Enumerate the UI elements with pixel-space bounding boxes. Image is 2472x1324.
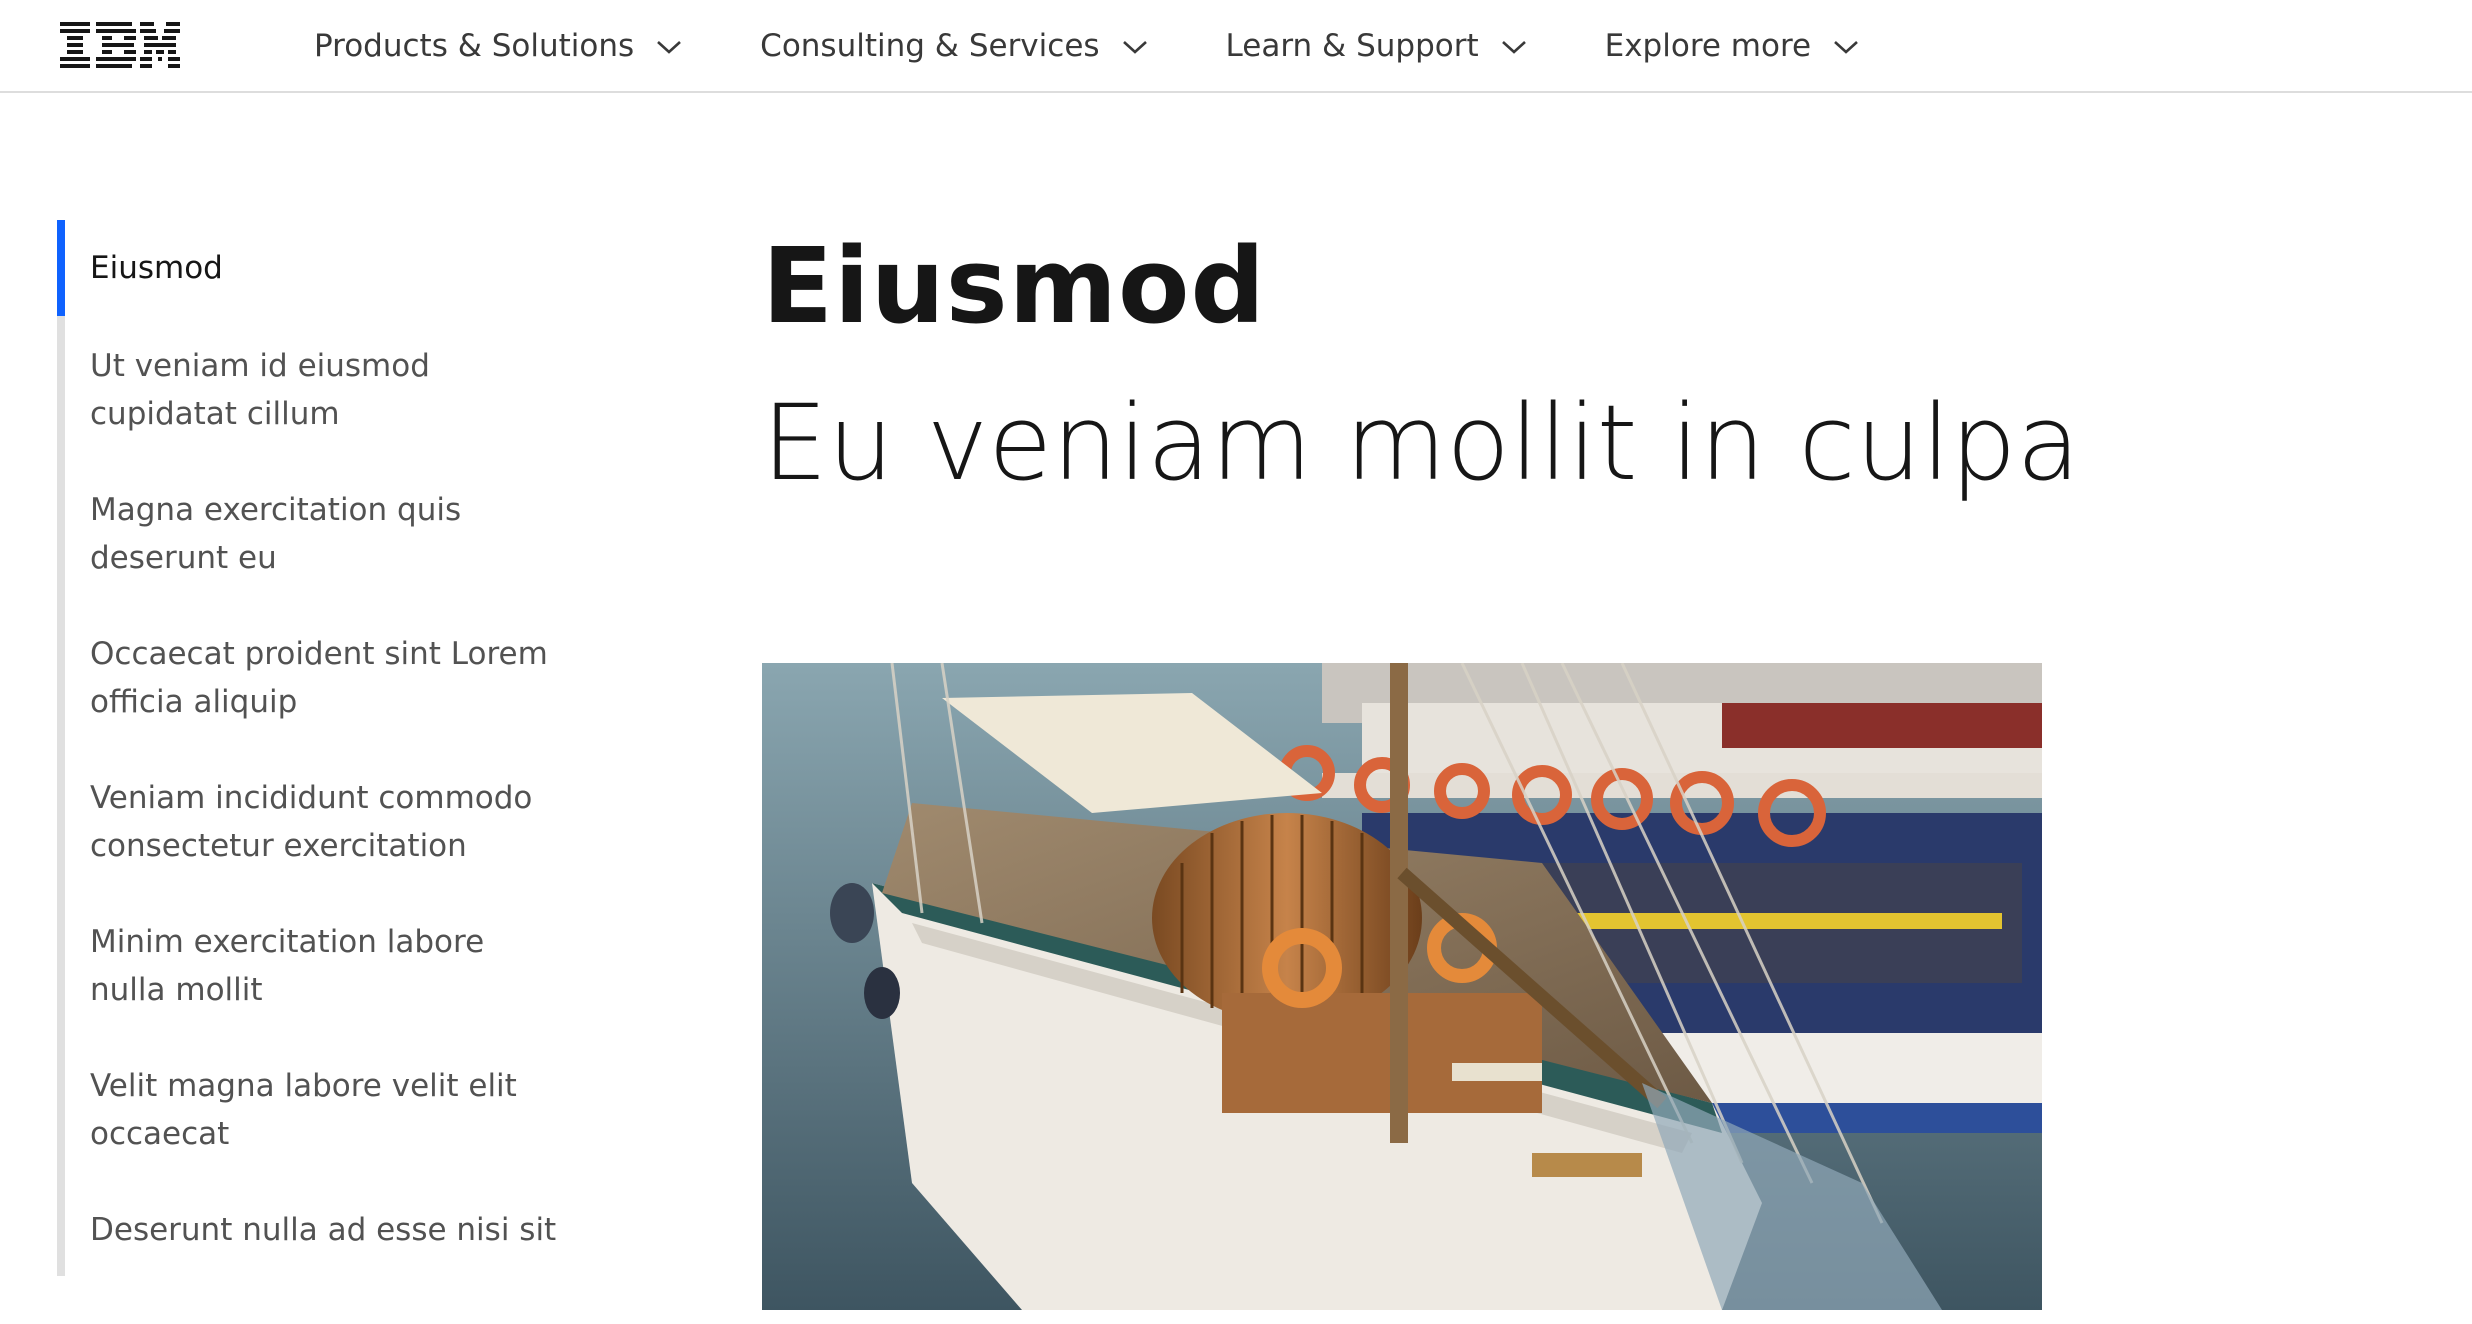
chevron-down-icon [1122, 40, 1147, 54]
nav-label: Consulting & Services [760, 27, 1100, 64]
chevron-down-icon [1834, 40, 1858, 54]
toc-item[interactable]: Occaecat proident sint Lorem officia ali… [65, 604, 585, 748]
main-nav: Products & Solutions Consulting & Servic… [314, 0, 1859, 91]
toc-item-label: Deserunt nulla ad esse nisi sit [90, 1212, 557, 1248]
nav-explore-more[interactable]: Explore more [1605, 28, 1859, 64]
masthead: Products & Solutions Consulting & Servic… [0, 0, 2472, 93]
toc-item[interactable]: Velit magna labore velit elit occaecat [65, 1036, 585, 1180]
toc-item-label: Occaecat proident sint Lorem officia ali… [90, 636, 548, 720]
toc-item[interactable]: Veniam incididunt commodo consectetur ex… [65, 748, 585, 892]
toc-list: Eiusmod Ut veniam id eiusmod cupidatat c… [65, 220, 577, 1324]
nav-label: Learn & Support [1225, 27, 1479, 64]
toc-item-label: Eiusmod [90, 250, 223, 286]
nav-consulting-services[interactable]: Consulting & Services [760, 28, 1147, 64]
toc-item[interactable]: Ut veniam id eiusmod cupidatat cillum [65, 316, 585, 460]
nav-label: Products & Solutions [314, 27, 635, 64]
ibm-logo[interactable] [60, 20, 180, 68]
nav-products-solutions[interactable]: Products & Solutions [314, 28, 682, 64]
sailing-boat-photo [762, 663, 2042, 1310]
table-of-contents: Eiusmod Ut veniam id eiusmod cupidatat c… [57, 220, 577, 1276]
page-title: Eiusmod [762, 225, 1266, 347]
chevron-down-icon [1501, 40, 1526, 54]
toc-item-label: Veniam incididunt commodo consectetur ex… [90, 780, 533, 864]
hero-image [762, 663, 2042, 1310]
nav-label: Explore more [1604, 27, 1812, 64]
toc-item-label: Velit magna labore velit elit occaecat [90, 1068, 517, 1152]
active-indicator [57, 220, 65, 316]
toc-item-label: Minim exercitation labore nulla mollit [90, 924, 485, 1008]
toc-item-eiusmod[interactable]: Eiusmod [65, 220, 585, 316]
nav-learn-support[interactable]: Learn & Support [1226, 28, 1527, 64]
toc-item[interactable]: Deserunt nulla ad esse nisi sit [65, 1180, 585, 1324]
page-subtitle: Eu veniam mollit in culpa [762, 382, 2081, 504]
toc-item-label: Ut veniam id eiusmod cupidatat cillum [90, 348, 430, 432]
toc-item-label: Magna exercitation quis deserunt eu [90, 492, 462, 576]
chevron-down-icon [657, 40, 682, 54]
toc-item[interactable]: Magna exercitation quis deserunt eu [65, 460, 585, 604]
toc-item[interactable]: Minim exercitation labore nulla mollit [65, 892, 585, 1036]
